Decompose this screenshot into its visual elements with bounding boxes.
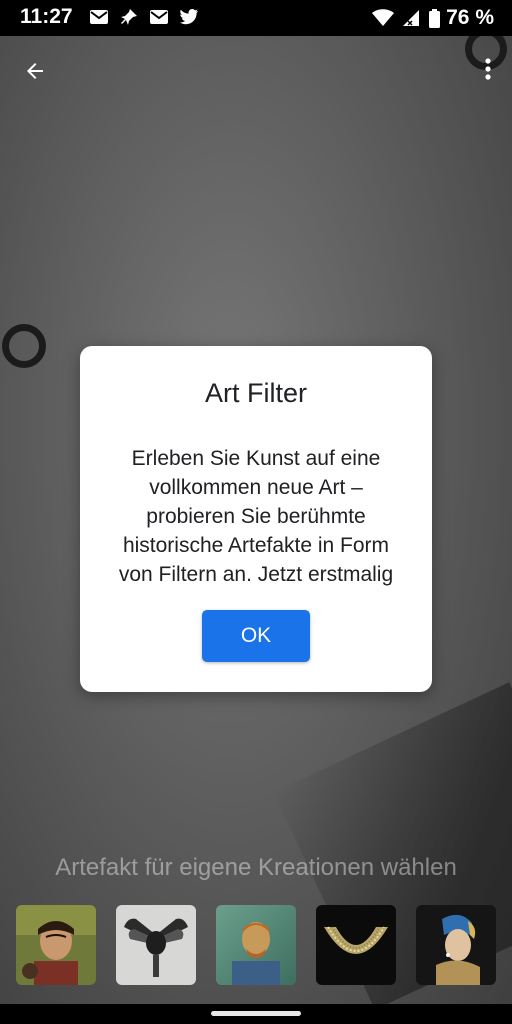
battery-icon bbox=[428, 8, 440, 28]
more-options-button[interactable] bbox=[478, 52, 498, 86]
navigation-bar bbox=[0, 1004, 512, 1024]
status-time: 11:27 bbox=[20, 5, 73, 28]
dialog-message-line: historische Artefakte in Form bbox=[122, 534, 390, 557]
wifi-icon bbox=[372, 8, 395, 28]
artifact-feather-headdress[interactable] bbox=[116, 905, 196, 985]
back-button[interactable] bbox=[18, 54, 52, 88]
pin-icon bbox=[118, 7, 140, 27]
system-icons: 76 % bbox=[372, 6, 494, 30]
camera-ring-left bbox=[2, 324, 46, 368]
art-filter-dialog: Art Filter Erleben Sie Kunst auf eine vo… bbox=[80, 346, 432, 692]
dialog-message-line: Erleben Sie Kunst auf eine bbox=[131, 447, 381, 470]
notification-icons bbox=[88, 7, 200, 27]
signal-icon bbox=[400, 8, 422, 28]
artifact-prompt: Artefakt für eigene Kreationen wählen bbox=[55, 854, 457, 881]
status-bar: 11:27 76 % bbox=[0, 0, 512, 36]
artifact-van-gogh-portrait[interactable] bbox=[216, 905, 296, 985]
more-vert-icon bbox=[485, 58, 491, 80]
home-gesture-handle[interactable] bbox=[211, 1011, 301, 1016]
ok-button[interactable]: OK bbox=[202, 610, 310, 662]
dialog-message: Erleben Sie Kunst auf eine vollkommen ne… bbox=[94, 444, 418, 589]
dialog-message-line: probieren Sie berühmte bbox=[146, 505, 366, 528]
artifact-carousel bbox=[16, 905, 496, 985]
artifact-frida-portrait[interactable] bbox=[16, 905, 96, 985]
dialog-message-line: von Filtern an. Jetzt erstmalig bbox=[118, 563, 394, 586]
arrow-back-icon bbox=[27, 63, 43, 79]
dialog-message-line: vollkommen neue Art – bbox=[149, 476, 363, 499]
dialog-title: Art Filter bbox=[204, 378, 307, 408]
twitter-icon bbox=[178, 7, 200, 27]
artifact-girl-with-pearl-earring[interactable] bbox=[416, 905, 496, 985]
battery-level: 76 % bbox=[446, 6, 494, 29]
gmail-icon bbox=[88, 7, 110, 27]
artifact-gold-collar[interactable] bbox=[316, 905, 396, 985]
gmail-icon-2 bbox=[148, 7, 170, 27]
